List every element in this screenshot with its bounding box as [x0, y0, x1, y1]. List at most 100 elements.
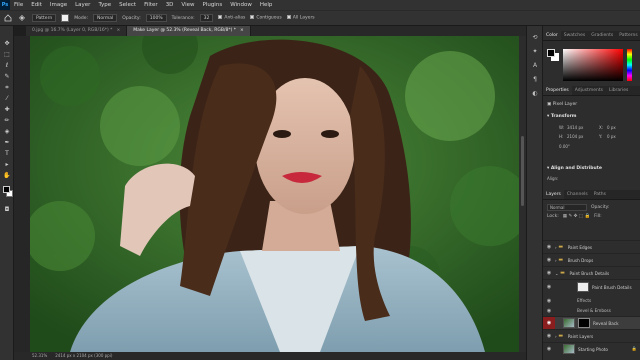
path-select-tool-icon[interactable]: ▸ [3, 161, 11, 169]
foreground-color-chip[interactable] [547, 49, 555, 57]
menu-select[interactable]: Select [115, 0, 140, 10]
lock-icons[interactable]: ▦ ✎ ✥ ⬚ 🔒 [563, 214, 590, 219]
visibility-eye-icon[interactable]: ◉ [543, 333, 555, 339]
visibility-eye-icon[interactable]: ◉ [543, 244, 555, 250]
layer-row[interactable]: ◉ › ▬ Paint Layers [543, 329, 640, 342]
menu-filter[interactable]: Filter [140, 0, 162, 10]
foreground-color-swatch[interactable] [3, 186, 10, 193]
menu-view[interactable]: View [177, 0, 198, 10]
menu-type[interactable]: Type [94, 0, 115, 10]
history-icon[interactable]: ⟲ [531, 34, 539, 42]
close-icon[interactable]: × [116, 28, 120, 33]
layer-row[interactable]: ◉ Paint Brush Details [543, 279, 640, 294]
layer-name: Paint Brush Details [569, 270, 610, 276]
angle-field[interactable]: 0.00° [559, 144, 570, 149]
brush-settings-icon[interactable]: ✦ [531, 48, 539, 56]
layer-row-selected[interactable]: ◉ Reveal Back [543, 316, 640, 330]
mode-label: Mode: [74, 15, 88, 21]
x-field[interactable]: 0 px [607, 125, 616, 130]
anti-alias-checkbox[interactable]: Anti-alias [218, 15, 245, 21]
tab-color[interactable]: Color [543, 31, 561, 40]
quick-select-tool-icon[interactable]: ✎ [3, 73, 11, 81]
visibility-eye-icon[interactable]: ◉ [543, 308, 555, 314]
menu-layer[interactable]: Layer [71, 0, 94, 10]
visibility-eye-icon[interactable]: ◉ [543, 284, 555, 290]
tab-doc-2[interactable]: Make Layer @ 52.3% (Reveal Back, RGB/8*)… [127, 26, 251, 36]
tolerance-input[interactable]: 32 [199, 14, 214, 22]
hand-tool-icon[interactable]: ✋ [3, 172, 11, 180]
pattern-swatch[interactable] [61, 14, 70, 22]
type-tool-icon[interactable]: T [3, 150, 11, 158]
canvas-area[interactable] [14, 36, 526, 352]
layer-thumbnail [563, 344, 575, 354]
tab-paths[interactable]: Paths [591, 190, 609, 199]
height-field[interactable]: 2104 px [567, 134, 583, 139]
fill-source-dropdown[interactable]: Pattern [32, 14, 57, 22]
tab-adjustments[interactable]: Adjustments [572, 86, 606, 95]
adjustments-icon[interactable]: ◐ [531, 90, 539, 98]
paragraph-icon[interactable]: ¶ [531, 76, 539, 84]
move-tool-icon[interactable]: ✥ [3, 40, 11, 48]
align-heading[interactable]: ▾ Align and Distribute [547, 166, 602, 171]
layer-mask-thumbnail[interactable] [578, 318, 590, 328]
close-icon[interactable]: × [240, 28, 244, 33]
pen-tool-icon[interactable]: ✒ [3, 139, 11, 147]
tab-patterns[interactable]: Patterns [616, 31, 640, 40]
visibility-eye-icon[interactable]: ◉ [543, 346, 555, 352]
home-icon[interactable] [4, 14, 12, 22]
all-layers-checkbox[interactable]: All Layers [286, 15, 315, 21]
crop-tool-icon[interactable]: ⌗ [3, 84, 11, 92]
contiguous-checkbox[interactable]: Contiguous [250, 15, 282, 21]
zoom-level[interactable]: 52.31% [32, 352, 47, 360]
menu-3d[interactable]: 3D [162, 0, 178, 10]
lock-label: Lock: [547, 214, 559, 219]
menu-window[interactable]: Window [226, 0, 256, 10]
menu-plugins[interactable]: Plugins [198, 0, 226, 10]
lasso-tool-icon[interactable]: ℓ [3, 62, 11, 70]
tab-layers[interactable]: Layers [543, 190, 564, 199]
lock-icon: 🔒 [631, 346, 637, 351]
tab-libraries[interactable]: Libraries [606, 86, 631, 95]
menu-file[interactable]: File [10, 0, 27, 10]
document-tabs: 0.jpg @ 16.7% (Layer 0, RGB/16*) * × Make… [26, 26, 526, 36]
blend-mode-dropdown[interactable]: Normal [547, 204, 587, 211]
anti-alias-label: Anti-alias [224, 15, 246, 21]
visibility-eye-icon[interactable]: ◉ [543, 257, 555, 263]
tab-properties[interactable]: Properties [543, 86, 572, 95]
tab-channels[interactable]: Channels [564, 190, 591, 199]
visibility-eye-icon[interactable]: ◉ [543, 316, 555, 330]
color-picker-field[interactable] [563, 49, 623, 81]
marquee-tool-icon[interactable]: ⬚ [3, 51, 11, 59]
menu-image[interactable]: Image [46, 0, 71, 10]
hue-slider[interactable] [627, 49, 632, 81]
character-icon[interactable]: A [531, 62, 539, 70]
menu-edit[interactable]: Edit [27, 0, 46, 10]
layer-row[interactable]: ◉ Starting Photo 🔒 [543, 342, 640, 355]
y-field[interactable]: 0 px [607, 134, 616, 139]
transform-heading[interactable]: ▾ Transform [547, 114, 577, 119]
tab-gradients[interactable]: Gradients [588, 31, 616, 40]
layer-row[interactable]: ◉ ⌄ ▬ Paint Brush Details [543, 266, 640, 279]
visibility-eye-icon[interactable]: ◉ [543, 298, 555, 304]
width-field[interactable]: 3414 px [567, 125, 583, 130]
layer-row[interactable]: ◉ › ▬ Paint Edges [543, 240, 640, 253]
paint-bucket-icon[interactable]: ◈ [17, 13, 27, 23]
canvas-image[interactable] [30, 36, 526, 352]
photoshop-logo-icon[interactable]: Ps [0, 0, 10, 10]
brush-tool-icon[interactable]: ✏ [3, 117, 11, 125]
opacity-input[interactable]: 100% [145, 14, 167, 22]
menu-help[interactable]: Help [256, 0, 277, 10]
visibility-eye-icon[interactable]: ◉ [543, 270, 555, 276]
mode-dropdown[interactable]: Normal [92, 14, 118, 22]
layer-row[interactable]: ◉ › ▬ Brush Drops [543, 253, 640, 266]
paint-bucket-tool-icon[interactable]: ◈ [3, 128, 11, 136]
tab-doc-1[interactable]: 0.jpg @ 16.7% (Layer 0, RGB/16*) * × [26, 26, 128, 36]
eyedropper-tool-icon[interactable]: ⁄ [3, 95, 11, 103]
healing-brush-tool-icon[interactable]: ✚ [3, 106, 11, 114]
quick-mask-icon[interactable]: ◘ [3, 206, 11, 214]
scroll-thumb[interactable] [521, 136, 524, 206]
layer-name: Paint Edges [567, 244, 593, 250]
canvas-vertical-scrollbar[interactable] [519, 36, 526, 352]
document-info[interactable]: 2414 px x 2104 px (300 ppi) [55, 352, 112, 360]
tab-swatches[interactable]: Swatches [561, 31, 589, 40]
